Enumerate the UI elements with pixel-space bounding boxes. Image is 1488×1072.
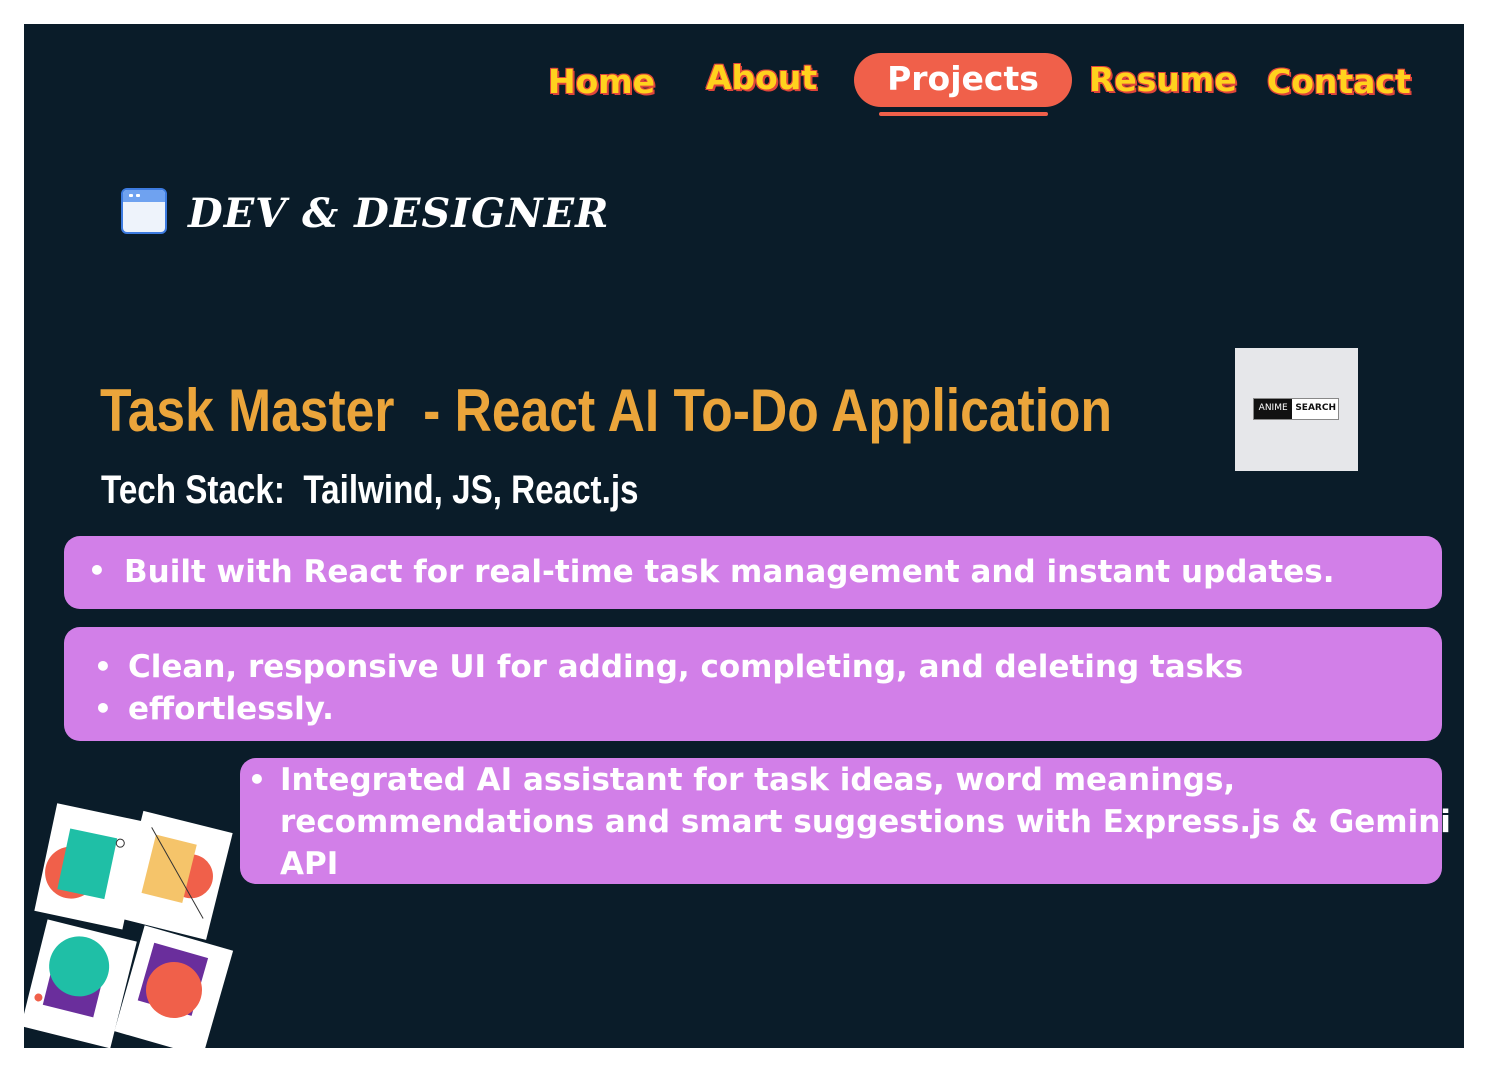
brand-title: DEV & DESIGNER <box>188 190 610 237</box>
feature-line: Integrated AI assistant for task ideas, … <box>280 762 1236 798</box>
logo-left-text: ANIME <box>1254 399 1293 419</box>
browser-window-icon <box>121 188 167 234</box>
bullet: • <box>88 554 106 587</box>
feature-card: • Integrated AI assistant for task ideas… <box>240 758 1451 884</box>
feature-line: API <box>280 846 339 882</box>
feature-line: Clean, responsive UI for adding, complet… <box>128 649 1244 685</box>
feature-line: recommendations and smart suggestions wi… <box>280 804 1451 840</box>
anime-search-logo: ANIME SEARCH <box>1253 398 1339 420</box>
nav-resume[interactable]: Resume <box>1089 60 1237 99</box>
nav-active-underline <box>879 112 1048 116</box>
nav-about[interactable]: About <box>706 58 817 97</box>
bullet: • <box>248 763 266 796</box>
feature-line: effortlessly. <box>128 691 334 727</box>
abstract-art-illustration <box>24 803 234 1048</box>
logo-right-text: SEARCH <box>1295 403 1336 413</box>
bullet: • <box>94 692 112 725</box>
feature-card: • Clean, responsive UI for adding, compl… <box>64 627 1442 741</box>
project-thumbnail[interactable]: ANIME SEARCH <box>1235 348 1358 471</box>
nav-home[interactable]: Home <box>548 62 655 101</box>
feature-line: Built with React for real-time task mana… <box>124 554 1335 590</box>
feature-card: • Built with React for real-time task ma… <box>64 536 1442 609</box>
nav-projects[interactable]: Projects <box>854 53 1072 107</box>
nav-projects-label: Projects <box>887 59 1039 98</box>
page-frame: Home About Projects Resume Contact DEV &… <box>24 24 1464 1048</box>
nav-contact[interactable]: Contact <box>1267 62 1411 101</box>
project-title: Task Master - React AI To-Do Application <box>100 377 1113 444</box>
tech-stack: Tech Stack: Tailwind, JS, React.js <box>101 468 639 512</box>
bullet: • <box>94 650 112 683</box>
top-navigation: Home About Projects Resume Contact <box>24 24 1464 134</box>
